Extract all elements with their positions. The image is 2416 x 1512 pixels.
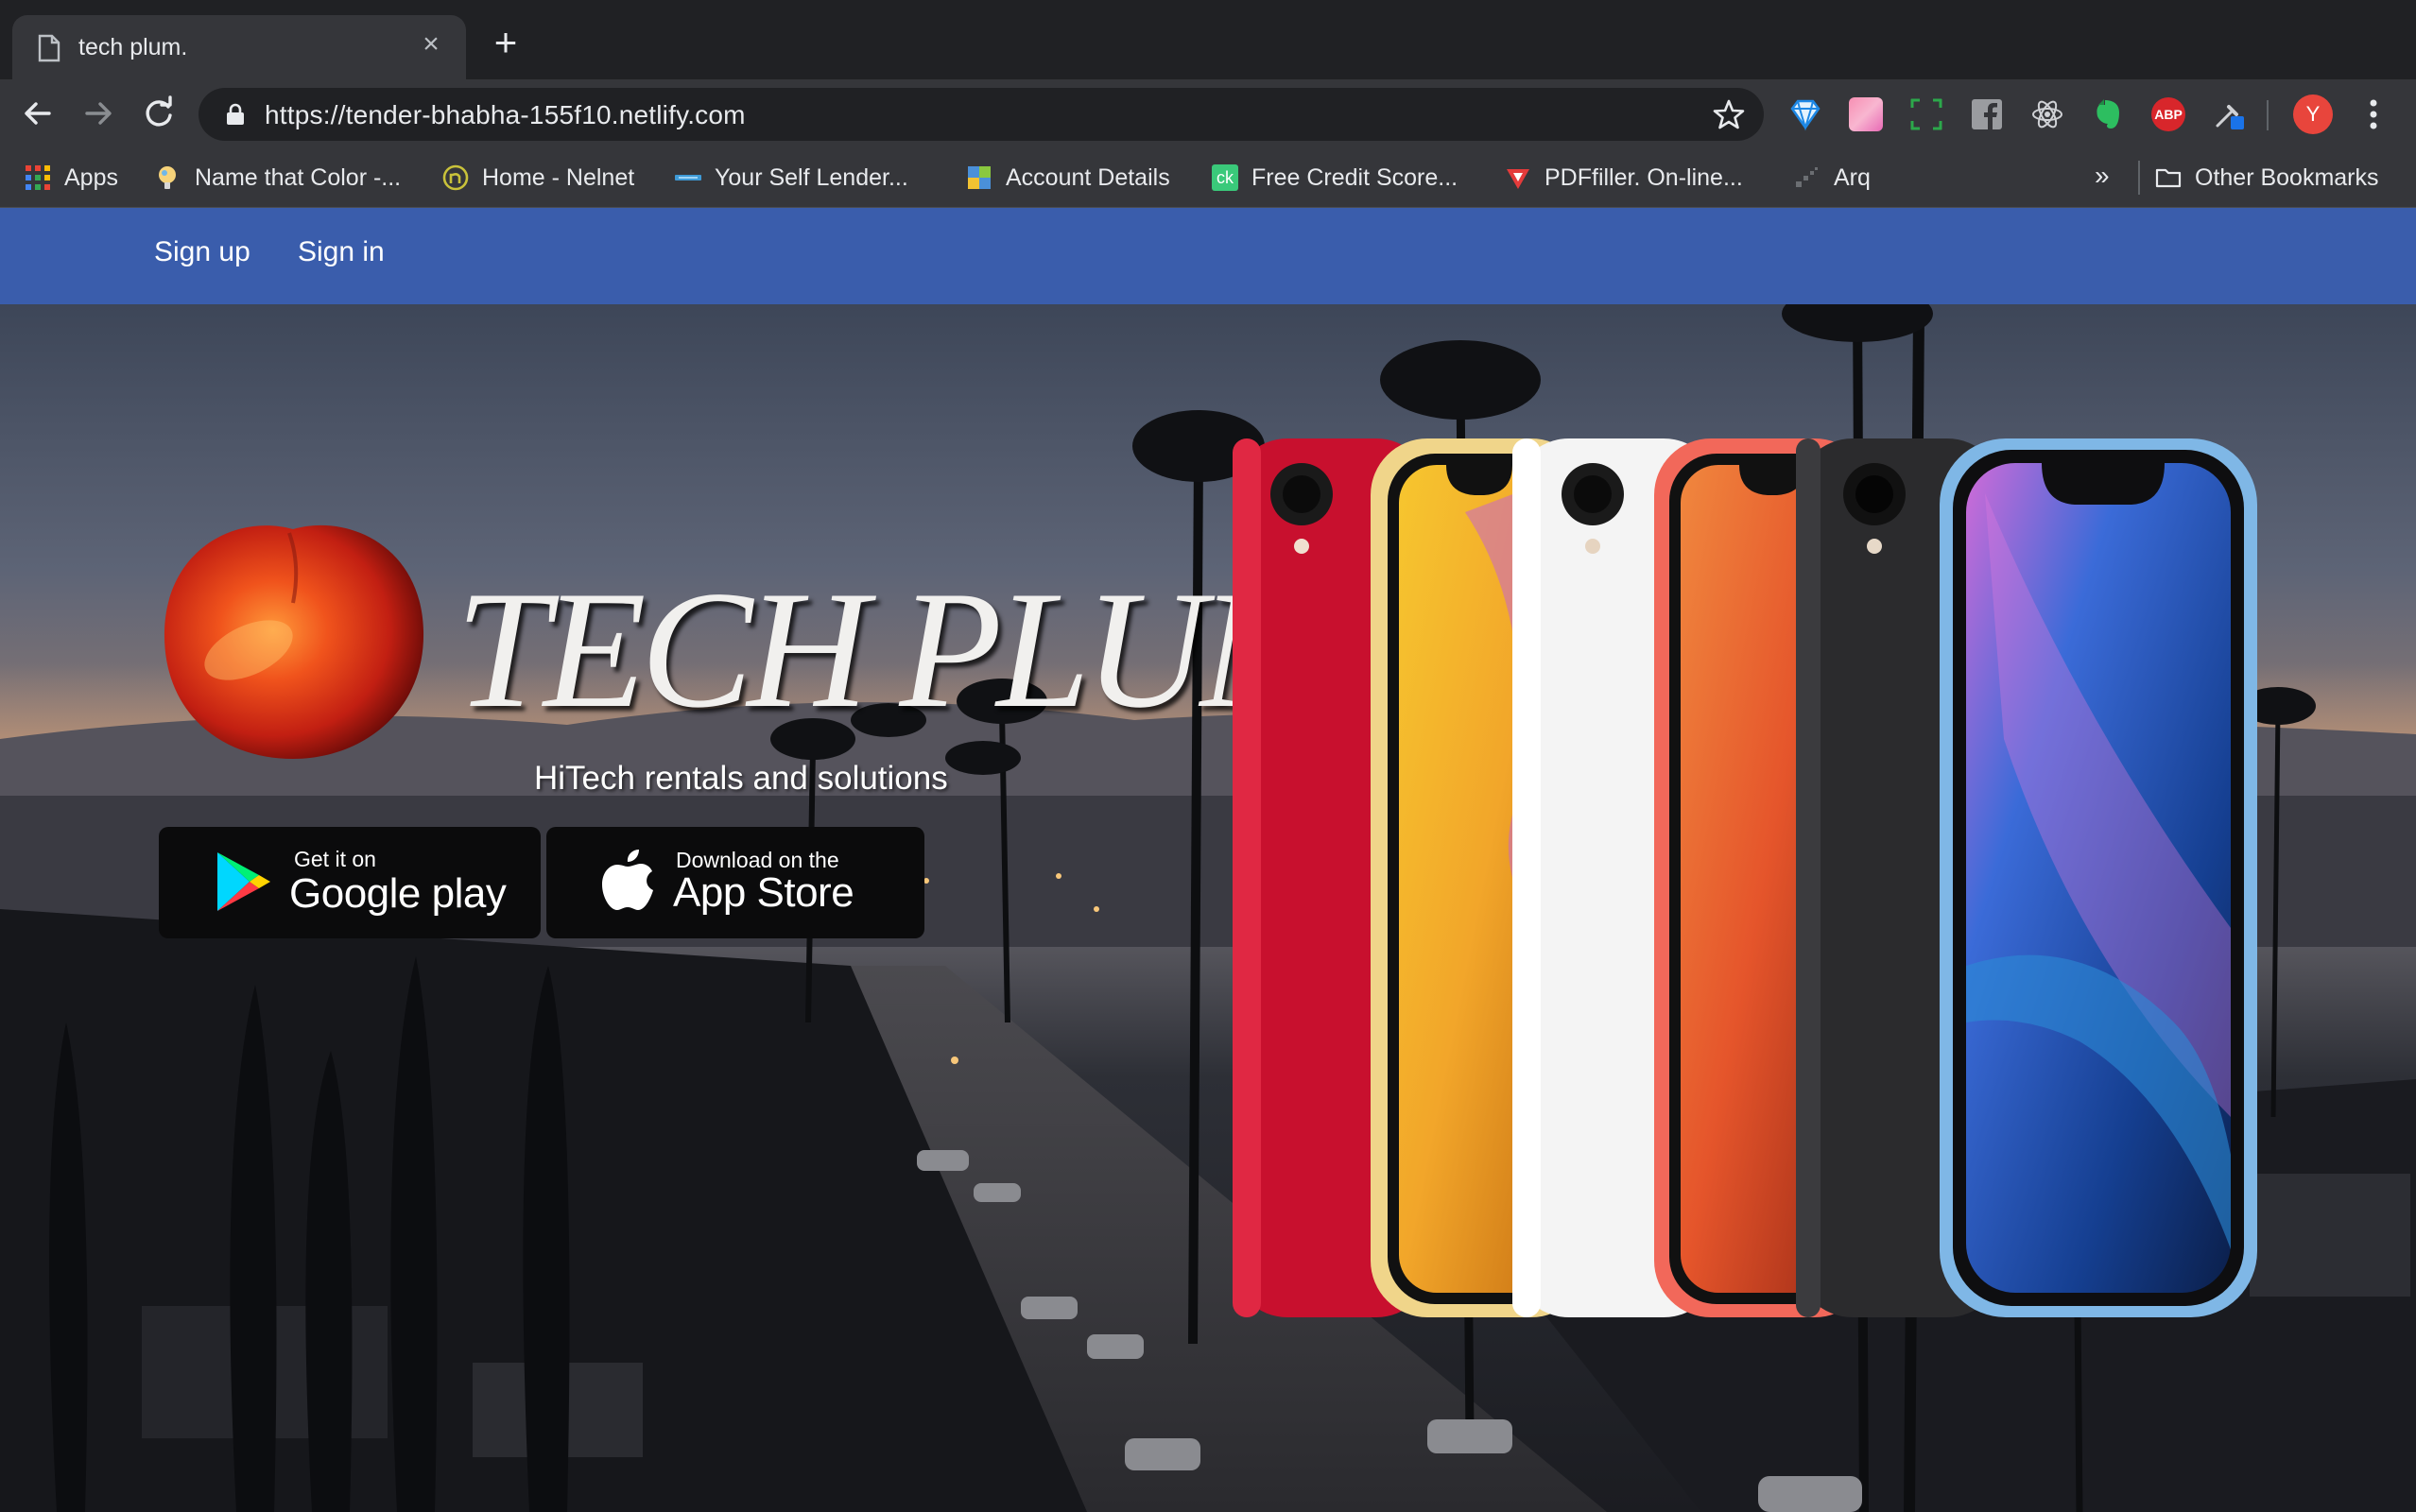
plum-logo-icon [164, 524, 424, 759]
arq-icon [1796, 167, 1818, 187]
menu-dots-icon[interactable] [2359, 94, 2388, 134]
adblock-icon[interactable]: ABP [2151, 97, 2185, 131]
iphone-lineup-image [1233, 438, 2257, 1317]
pdffiller-icon [1507, 169, 1529, 189]
color-bulb-icon [159, 166, 176, 189]
sign-in-link[interactable]: Sign in [298, 236, 385, 268]
page-icon [38, 34, 60, 62]
bookmark-apps[interactable]: Apps [25, 159, 118, 197]
back-icon[interactable] [17, 93, 59, 134]
apple-icon [602, 850, 653, 910]
site-navbar: Sign up Sign in [0, 208, 2416, 304]
tagline: HiTech rentals and solutions [534, 760, 948, 797]
tab-strip: tech plum. × + [0, 0, 2416, 79]
folder-icon [2155, 168, 2182, 188]
evernote-icon[interactable] [2091, 97, 2125, 131]
profile-avatar[interactable]: Y [2293, 94, 2333, 134]
hero-section: TECH PLUM HiTech rentals and solutions G… [0, 304, 2416, 1512]
url-text[interactable]: https://tender-bhabha-155f10.netlify.com [265, 100, 746, 130]
bookmark-pdffiller[interactable]: PDFfiller. On-line... [1505, 159, 1743, 197]
apps-grid-icon [26, 165, 50, 190]
bookmark-self-lender[interactable]: Your Self Lender... [675, 159, 908, 197]
bookmark-arq[interactable]: Arq [1794, 159, 1871, 197]
react-icon[interactable] [2030, 97, 2064, 131]
brand-logo-text: TECH PLUM [456, 556, 1340, 743]
account-icon [968, 166, 991, 189]
other-bookmarks[interactable]: Other Bookmarks [2155, 159, 2379, 197]
sign-up-link[interactable]: Sign up [154, 236, 250, 268]
bookmark-nelnet[interactable]: Home - Nelnet [442, 159, 634, 197]
eyedropper-icon[interactable] [2212, 97, 2246, 131]
tab-title: tech plum. [78, 34, 188, 60]
forward-icon[interactable] [78, 93, 119, 134]
bookmark-divider [2138, 161, 2140, 195]
creditkarma-icon: ck [1212, 164, 1238, 191]
reload-icon[interactable] [138, 93, 180, 134]
web-page: Sign up Sign in TECH PLUM HiTech rentals… [0, 208, 2416, 1512]
facebook-icon[interactable] [1970, 97, 2004, 131]
browser-tab[interactable]: tech plum. × [12, 15, 466, 79]
address-bar[interactable]: https://tender-bhabha-155f10.netlify.com [198, 88, 1764, 141]
google-play-icon [217, 852, 270, 911]
app-store-big-text: App Store [673, 869, 854, 916]
new-tab-icon[interactable]: + [487, 23, 525, 62]
app-store-button[interactable]: Download on the App Store [546, 827, 924, 938]
google-play-button[interactable]: Get it on Google play [159, 827, 541, 938]
lock-icon[interactable] [225, 103, 246, 126]
sapphire-icon[interactable] [1788, 97, 1822, 131]
google-play-small-text: Get it on [294, 847, 376, 871]
close-tab-icon[interactable]: × [415, 28, 447, 60]
google-play-big-text: Google play [289, 870, 507, 917]
more-bookmarks-icon[interactable]: » [2095, 161, 2110, 191]
toolbar-divider [2267, 100, 2269, 130]
browser-toolbar: https://tender-bhabha-155f10.netlify.com… [0, 79, 2416, 147]
bookmarks-bar: Apps Name that Color -... Home - Nelnet … [0, 147, 2416, 208]
bookmark-account-details[interactable]: Account Details [966, 159, 1170, 197]
pink-gradient-icon[interactable] [1849, 97, 1883, 131]
nelnet-icon [442, 164, 469, 191]
selflender-icon [675, 175, 701, 180]
bookmark-name-that-color[interactable]: Name that Color -... [155, 159, 401, 197]
bookmark-credit-karma[interactable]: ck Free Credit Score... [1212, 159, 1458, 197]
bookmark-star-icon[interactable] [1713, 98, 1745, 130]
screenshot-icon[interactable] [1909, 97, 1943, 131]
